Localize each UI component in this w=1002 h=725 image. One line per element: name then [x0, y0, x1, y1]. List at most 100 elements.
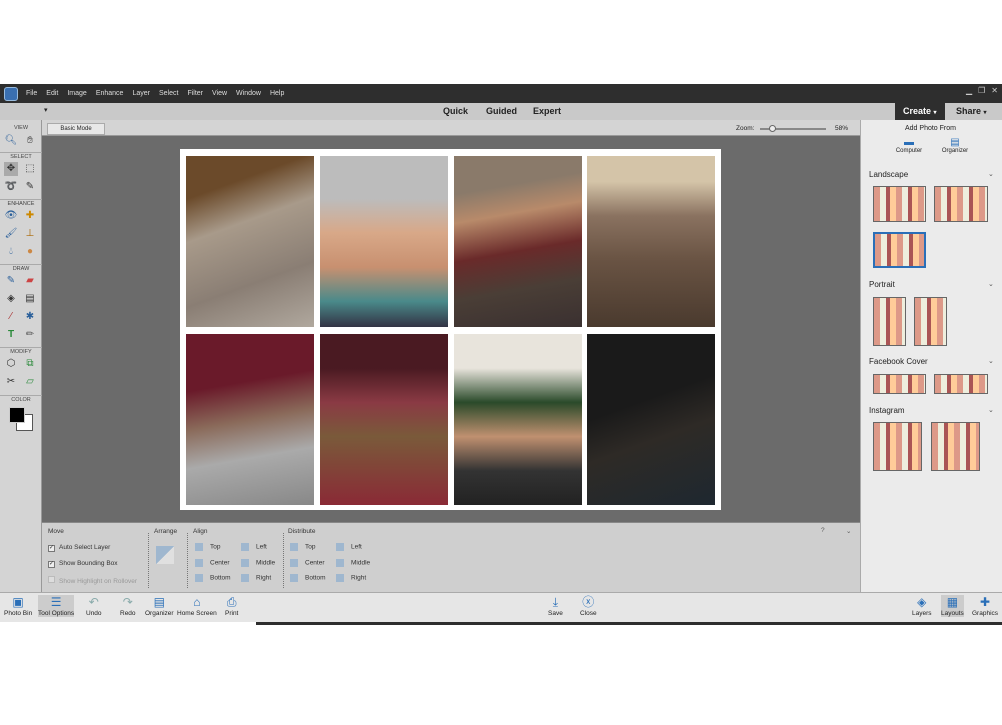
- chevron-down-icon[interactable]: ⌄: [988, 170, 994, 178]
- graphics-button[interactable]: ✚ Graphics: [972, 595, 998, 617]
- photo-cat-curled[interactable]: [320, 334, 448, 505]
- layout-thumbnail[interactable]: [934, 186, 988, 222]
- clone-stamp-icon[interactable]: ⊥: [23, 227, 37, 241]
- content-aware-move-icon[interactable]: ✂: [4, 375, 18, 389]
- distribute-center-button[interactable]: Center: [290, 559, 325, 567]
- menu-select[interactable]: Select: [159, 90, 178, 97]
- photo-cat-on-chair[interactable]: [587, 156, 715, 327]
- align-left-button[interactable]: Left: [241, 543, 267, 551]
- close-window-icon[interactable]: ✕: [991, 86, 998, 95]
- eyedropper-icon[interactable]: ⁄: [4, 310, 18, 324]
- save-button[interactable]: ⤓ Save: [548, 595, 563, 617]
- photo-man-with-cat[interactable]: [454, 334, 582, 505]
- gradient-icon[interactable]: ▤: [23, 292, 37, 306]
- share-button[interactable]: Share ▾: [945, 103, 1002, 120]
- align-top-button[interactable]: Top: [195, 543, 220, 551]
- layout-thumbnail[interactable]: [873, 374, 926, 394]
- tab-guided[interactable]: Guided: [486, 106, 517, 116]
- add-from-organizer-button[interactable]: ▤ Organizer: [939, 137, 971, 154]
- menu-image[interactable]: Image: [67, 90, 86, 97]
- restore-icon[interactable]: ❐: [978, 86, 985, 95]
- category-facebook-cover[interactable]: Facebook Cover: [869, 357, 928, 366]
- category-landscape[interactable]: Landscape: [869, 170, 908, 179]
- distribute-bottom-button[interactable]: Bottom: [290, 574, 326, 582]
- layout-thumbnail[interactable]: [914, 297, 947, 346]
- photo-woman-with-cat[interactable]: [454, 156, 582, 327]
- home-screen-button[interactable]: ⌂ Home Screen: [177, 595, 217, 617]
- organizer-button[interactable]: ▤ Organizer: [145, 595, 174, 617]
- minimize-icon[interactable]: ▁: [966, 86, 972, 95]
- layout-thumbnail[interactable]: [931, 422, 980, 471]
- add-from-computer-button[interactable]: ▬ Computer: [894, 137, 924, 154]
- collage-canvas[interactable]: [180, 149, 721, 510]
- move-tool-icon[interactable]: ✥: [4, 162, 18, 176]
- help-icon[interactable]: ?: [821, 527, 825, 534]
- redo-button[interactable]: ↷ Redo: [120, 595, 136, 617]
- distribute-left-button[interactable]: Left: [336, 543, 362, 551]
- smart-brush-icon[interactable]: 🖌︎: [4, 227, 18, 241]
- photo-cat-on-carpet[interactable]: [186, 156, 314, 327]
- undo-button[interactable]: ↶ Undo: [86, 595, 102, 617]
- photo-couple-selfie[interactable]: [320, 156, 448, 327]
- photo-cat-dark[interactable]: [587, 334, 715, 505]
- tool-options-button[interactable]: ☰ Tool Options: [38, 595, 75, 617]
- red-eye-icon[interactable]: 👁︎: [4, 209, 18, 223]
- align-middle-button[interactable]: Middle: [241, 559, 275, 567]
- menu-layer[interactable]: Layer: [132, 90, 150, 97]
- menu-edit[interactable]: Edit: [46, 90, 58, 97]
- align-center-button[interactable]: Center: [195, 559, 230, 567]
- auto-select-layer-checkbox[interactable]: ✓ Auto Select Layer: [48, 544, 110, 552]
- show-bounding-box-checkbox[interactable]: ✓ Show Bounding Box: [48, 560, 118, 568]
- photo-kitten-blanket[interactable]: [186, 334, 314, 505]
- create-button[interactable]: Create ▾: [895, 103, 945, 120]
- straighten-icon[interactable]: ▱: [23, 375, 37, 389]
- layout-thumbnail[interactable]: [934, 374, 988, 394]
- print-button[interactable]: ⎙ Print: [225, 595, 238, 617]
- chevron-down-icon[interactable]: ⌄: [988, 280, 994, 288]
- tab-expert[interactable]: Expert: [533, 106, 561, 116]
- chevron-down-icon[interactable]: ⌄: [988, 357, 994, 365]
- menu-file[interactable]: File: [26, 90, 37, 97]
- category-instagram[interactable]: Instagram: [869, 406, 905, 415]
- dropdown-arrow-icon[interactable]: ▾: [44, 106, 48, 114]
- align-right-button[interactable]: Right: [241, 574, 271, 582]
- collapse-chevron-icon[interactable]: ⌄: [846, 527, 851, 535]
- sponge-icon[interactable]: ●: [23, 245, 37, 259]
- layout-thumbnail[interactable]: [873, 186, 926, 222]
- type-tool-icon[interactable]: T: [4, 328, 18, 342]
- distribute-right-button[interactable]: Right: [336, 574, 366, 582]
- category-portrait[interactable]: Portrait: [869, 280, 895, 289]
- eraser-icon[interactable]: ▰: [23, 274, 37, 288]
- align-bottom-button[interactable]: Bottom: [195, 574, 231, 582]
- menu-filter[interactable]: Filter: [187, 90, 203, 97]
- paint-bucket-icon[interactable]: ◈: [4, 292, 18, 306]
- layouts-button[interactable]: ▦ Layouts: [941, 595, 964, 617]
- menu-enhance[interactable]: Enhance: [96, 90, 124, 97]
- close-button[interactable]: ⓧ Close: [580, 595, 597, 617]
- photo-bin-button[interactable]: ▣ Photo Bin: [4, 595, 32, 617]
- hand-tool-icon[interactable]: ✋︎: [23, 134, 37, 148]
- tab-quick[interactable]: Quick: [443, 106, 468, 116]
- zoom-tool-icon[interactable]: 🔍︎: [4, 134, 18, 148]
- quick-selection-icon[interactable]: ✎: [23, 180, 37, 194]
- spot-healing-icon[interactable]: ✚: [23, 209, 37, 223]
- layout-thumbnail[interactable]: [873, 422, 922, 471]
- distribute-middle-button[interactable]: Middle: [336, 559, 370, 567]
- crop-icon[interactable]: ⬡: [4, 357, 18, 371]
- layout-thumbnail-selected[interactable]: [873, 232, 926, 268]
- basic-mode-button[interactable]: Basic Mode: [47, 123, 105, 135]
- lasso-tool-icon[interactable]: ➰: [4, 180, 18, 194]
- blur-icon[interactable]: 💧︎: [4, 245, 18, 259]
- chevron-down-icon[interactable]: ⌄: [988, 406, 994, 414]
- menu-help[interactable]: Help: [270, 90, 284, 97]
- menu-view[interactable]: View: [212, 90, 227, 97]
- brush-icon[interactable]: ✎: [4, 274, 18, 288]
- zoom-slider-handle[interactable]: [768, 125, 776, 132]
- layout-thumbnail[interactable]: [873, 297, 906, 346]
- arrange-dropdown-icon[interactable]: [156, 546, 174, 564]
- menu-window[interactable]: Window: [236, 90, 261, 97]
- distribute-top-button[interactable]: Top: [290, 543, 315, 551]
- recompose-icon[interactable]: ⧉: [23, 357, 37, 371]
- layers-button[interactable]: ◈ Layers: [912, 595, 932, 617]
- foreground-color-swatch[interactable]: [9, 407, 25, 423]
